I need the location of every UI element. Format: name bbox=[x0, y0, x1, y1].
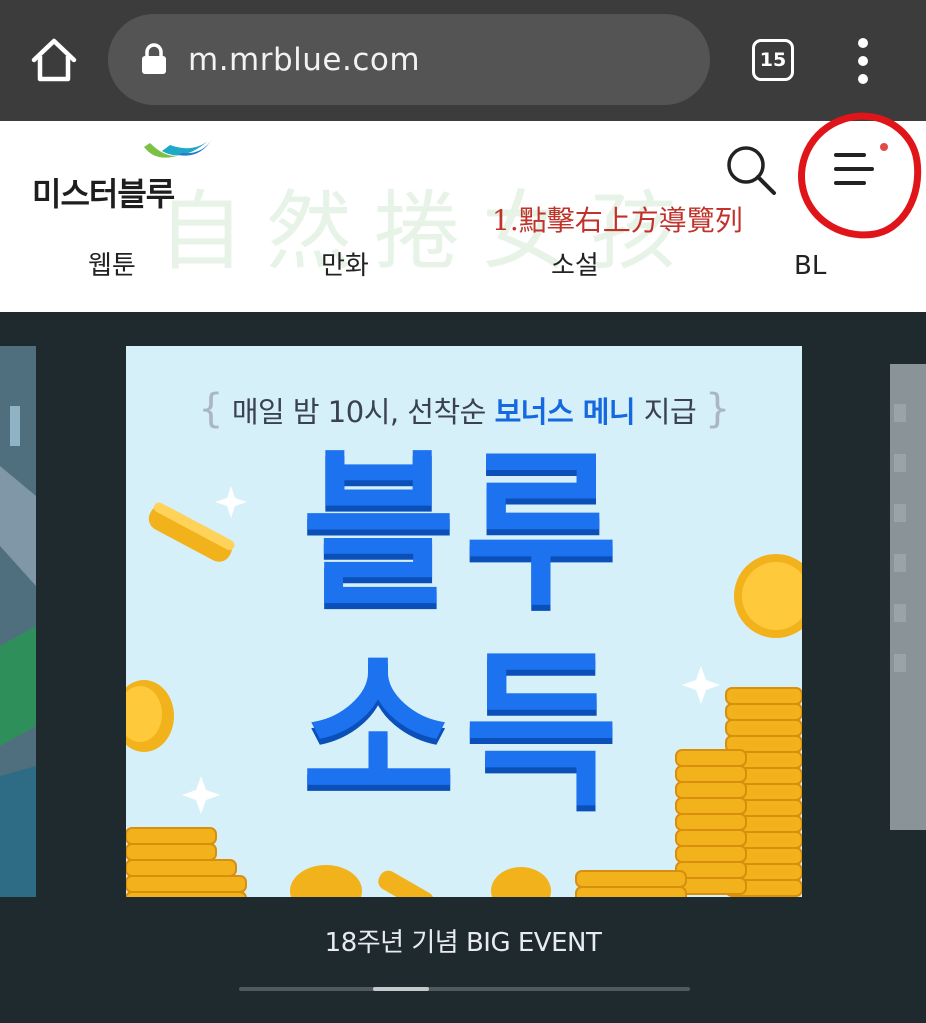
next-banner-card[interactable] bbox=[890, 364, 926, 830]
home-button[interactable] bbox=[28, 36, 80, 84]
tab-count: 15 bbox=[759, 49, 787, 71]
event-banner[interactable]: { 매일 밤 10시, 선착순 보너스 메니 지급 } 블루 소득 bbox=[126, 346, 802, 897]
tab-comics[interactable]: 만화 bbox=[321, 241, 369, 291]
more-icon-dot bbox=[858, 38, 868, 48]
address-bar[interactable]: m.mrblue.com bbox=[108, 14, 710, 105]
next-banner-art bbox=[890, 364, 926, 830]
carousel-progress-track bbox=[239, 987, 690, 991]
logo-text: 미스터블루 bbox=[32, 175, 175, 213]
annotation-text: 1.點擊右上方導覽列 bbox=[492, 204, 743, 237]
lock-icon bbox=[142, 43, 166, 74]
category-tabs: 웹툰 만화 소설 BL bbox=[0, 241, 926, 291]
banner-title-line2: 소득 bbox=[301, 633, 627, 829]
prev-banner-card[interactable] bbox=[0, 346, 36, 897]
carousel-progress-thumb bbox=[373, 987, 429, 991]
notification-dot bbox=[880, 143, 888, 151]
tab-bl[interactable]: BL bbox=[794, 241, 826, 291]
hamburger-icon-line bbox=[834, 167, 874, 171]
hamburger-icon-line bbox=[834, 181, 866, 185]
tab-novel[interactable]: 소설 bbox=[551, 241, 599, 291]
hamburger-icon-line bbox=[834, 153, 866, 157]
search-button[interactable] bbox=[724, 143, 780, 199]
site-header: 미스터블루 自然捲女孩 1.點擊右上方導覽列 웹툰 만화 소설 BL bbox=[0, 104, 926, 312]
banner-caption: 18주년 기념 BIG EVENT bbox=[324, 928, 602, 958]
tab-switcher-button[interactable]: 15 bbox=[752, 39, 794, 81]
more-icon-dot bbox=[858, 74, 868, 84]
banner-title-line1: 블루 bbox=[301, 433, 627, 629]
home-icon bbox=[31, 38, 77, 82]
tab-webtoon[interactable]: 웹툰 bbox=[88, 241, 136, 291]
banner-carousel[interactable]: { 매일 밤 10시, 선착순 보너스 메니 지급 } 블루 소득 18주년 기… bbox=[0, 312, 926, 1023]
url-text[interactable]: m.mrblue.com bbox=[188, 38, 420, 82]
browser-menu-button[interactable] bbox=[846, 38, 880, 84]
search-icon bbox=[727, 146, 776, 195]
logo-leaf-icon bbox=[144, 139, 212, 158]
prev-banner-art bbox=[0, 346, 36, 897]
more-icon-dot bbox=[858, 56, 868, 66]
site-logo[interactable]: 미스터블루 bbox=[32, 133, 222, 213]
nav-menu-button[interactable] bbox=[826, 141, 890, 197]
browser-toolbar: m.mrblue.com 15 bbox=[0, 0, 926, 121]
